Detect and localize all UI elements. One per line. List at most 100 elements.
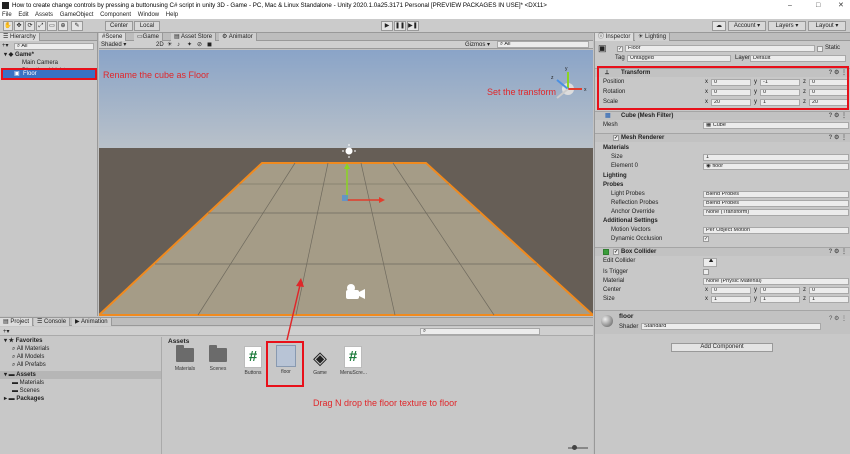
physic-material-field[interactable]: None (Physic Material) <box>703 278 849 285</box>
zoom-slider-handle[interactable] <box>572 445 577 450</box>
dynamic-occlusion-checkbox[interactable]: ✓ <box>703 236 709 242</box>
rect-tool-icon[interactable]: ▭ <box>47 21 57 31</box>
pivot-center-button[interactable]: Center <box>105 21 133 31</box>
asset-scenes-folder[interactable]: Scenes <box>205 345 231 372</box>
asset-game-scene[interactable]: ◈ Game <box>307 348 333 376</box>
size-x-input[interactable]: 1 <box>711 296 751 303</box>
is-trigger-checkbox[interactable] <box>703 269 709 275</box>
tab-inspector[interactable]: ⓘ Inspector <box>595 33 635 41</box>
camera-settings-icon[interactable]: ◼ <box>207 41 212 49</box>
create-plus-icon[interactable]: +▾ <box>2 42 9 50</box>
hand-tool-icon[interactable]: ✋ <box>3 21 13 31</box>
materials-folder[interactable]: ▬ Materials <box>0 379 98 387</box>
tab-scene[interactable]: #Scene <box>99 33 127 41</box>
tab-animation[interactable]: ▶ Animation <box>72 318 112 326</box>
shader-dropdown[interactable]: Standard <box>641 323 821 330</box>
audio-toggle-icon[interactable]: ♪ <box>177 41 180 49</box>
asset-materials-folder[interactable]: Materials <box>172 345 198 372</box>
component-menu-icon[interactable]: ? ⚙ ⋮ <box>829 134 847 143</box>
light-probes-dropdown[interactable]: Blend Probes <box>703 191 849 198</box>
box-collider-enabled-checkbox[interactable]: ✓ <box>613 249 619 255</box>
tab-game[interactable]: ▭Game <box>134 33 164 41</box>
hierarchy-search-input[interactable]: ⌕ All <box>14 43 94 50</box>
reflection-probes-dropdown[interactable]: Blend Probes <box>703 200 849 207</box>
pause-button[interactable]: ❚❚ <box>394 21 406 31</box>
project-search-input[interactable]: ⌕ <box>420 328 540 335</box>
layers-dropdown[interactable]: Layers ▾ <box>768 21 806 31</box>
mode-2d-toggle[interactable]: 2D <box>156 41 164 49</box>
materials-foldout[interactable]: Materials <box>595 144 850 153</box>
center-x-input[interactable]: 0 <box>711 287 751 294</box>
mesh-renderer-header[interactable]: ✓ Mesh Renderer ? ⚙ ⋮ <box>595 133 850 142</box>
component-menu-icon[interactable]: ? ⚙ ⋮ <box>829 315 847 322</box>
hidden-objects-icon[interactable]: ⊘ <box>197 41 202 49</box>
transform-tool-icon[interactable]: ⊕ <box>58 21 68 31</box>
collab-cloud-icon[interactable]: ☁ <box>712 21 726 31</box>
scale-tool-icon[interactable]: ⤢ <box>36 21 46 31</box>
tab-animator[interactable]: ⚙ Animator <box>219 33 257 41</box>
edit-collider-button[interactable]: ⛰ <box>703 258 717 267</box>
menu-component[interactable]: Component <box>100 12 131 18</box>
box-collider-header[interactable]: ✓ Box Collider ? ⚙ ⋮ <box>595 247 850 256</box>
materials-size-input[interactable]: 1 <box>703 154 849 161</box>
additional-settings-foldout[interactable]: Additional Settings <box>595 217 850 226</box>
fav-all-models[interactable]: ⌕ All Models <box>0 353 98 361</box>
effects-toggle-icon[interactable]: ✦ <box>187 41 192 49</box>
tag-dropdown[interactable]: Untagged <box>627 55 731 62</box>
rotate-tool-icon[interactable]: ⟳ <box>25 21 35 31</box>
center-z-input[interactable]: 0 <box>809 287 849 294</box>
custom-tool-icon[interactable]: ✎ <box>71 21 83 31</box>
static-checkbox[interactable] <box>817 46 823 52</box>
scene-search-input[interactable]: ⌕ All <box>497 41 589 48</box>
menu-assets[interactable]: Assets <box>35 12 53 18</box>
fav-all-materials[interactable]: ⌕ All Materials <box>0 345 98 353</box>
tab-asset-store[interactable]: ▤ Asset Store <box>171 33 217 41</box>
hierarchy-scene-row[interactable]: ▾ ◆ Game* <box>0 51 98 59</box>
tab-project[interactable]: ▤ Project <box>0 318 34 326</box>
mesh-filter-header[interactable]: ▦ Cube (Mesh Filter) ? ⚙ ⋮ <box>595 111 850 120</box>
anchor-override-field[interactable]: None (Transform) <box>703 209 849 216</box>
component-menu-icon[interactable]: ? ⚙ ⋮ <box>829 248 847 257</box>
gizmos-dropdown[interactable]: Gizmos ▾ <box>465 41 490 49</box>
menu-file[interactable]: File <box>2 12 12 18</box>
close-icon[interactable]: ✕ <box>838 0 844 11</box>
size-y-input[interactable]: 1 <box>760 296 800 303</box>
element0-field[interactable]: ◉ floor <box>703 163 849 170</box>
asset-buttons-script[interactable]: # Buttons <box>240 346 266 376</box>
zoom-slider[interactable] <box>568 447 588 449</box>
active-checkbox[interactable]: ✓ <box>617 46 623 52</box>
menu-help[interactable]: Help <box>166 12 178 18</box>
probes-foldout[interactable]: Probes <box>595 181 850 190</box>
step-button[interactable]: ▶❚ <box>407 21 419 31</box>
fav-all-prefabs[interactable]: ⌕ All Prefabs <box>0 361 98 369</box>
asset-menuscreen-script[interactable]: # MenuScre... <box>340 346 367 376</box>
move-tool-icon[interactable]: ✥ <box>14 21 24 31</box>
object-name-input[interactable]: Floor <box>625 45 815 52</box>
shading-dropdown[interactable]: Shaded ▾ <box>101 41 126 49</box>
lighting-toggle-icon[interactable]: ☀ <box>167 41 172 49</box>
motion-vectors-dropdown[interactable]: Per Object Motion <box>703 227 849 234</box>
add-component-button[interactable]: Add Component <box>671 343 773 352</box>
scenes-folder[interactable]: ▬ Scenes <box>0 387 98 395</box>
tab-console[interactable]: ☰ Console <box>34 318 71 326</box>
component-menu-icon[interactable]: ? ⚙ ⋮ <box>829 112 847 121</box>
packages-folder[interactable]: ▸ ▬ Packages <box>0 395 98 403</box>
play-button[interactable]: ▶ <box>381 21 393 31</box>
minimize-icon[interactable]: – <box>788 0 792 11</box>
menu-gameobject[interactable]: GameObject <box>60 12 94 18</box>
assets-folder[interactable]: ▾ ▬ Assets <box>0 371 161 379</box>
menu-window[interactable]: Window <box>138 12 159 18</box>
menu-edit[interactable]: Edit <box>18 12 28 18</box>
tab-hierarchy[interactable]: ☰ Hierarchy <box>0 33 40 41</box>
layer-dropdown[interactable]: Default <box>750 55 846 62</box>
hierarchy-item-main-camera[interactable]: Main Camera <box>0 59 98 67</box>
layout-dropdown[interactable]: Layout ▾ <box>808 21 846 31</box>
maximize-icon[interactable]: □ <box>816 0 820 11</box>
tab-lighting[interactable]: ☀ Lighting <box>635 33 671 41</box>
pivot-local-button[interactable]: Local <box>134 21 160 31</box>
project-create-icon[interactable]: +▾ <box>3 328 10 335</box>
favorites-folder[interactable]: ▾ ★ Favorites <box>0 337 98 345</box>
size-z-input[interactable]: 1 <box>809 296 849 303</box>
lighting-foldout[interactable]: Lighting <box>595 172 850 181</box>
account-dropdown[interactable]: Account ▾ <box>728 21 766 31</box>
